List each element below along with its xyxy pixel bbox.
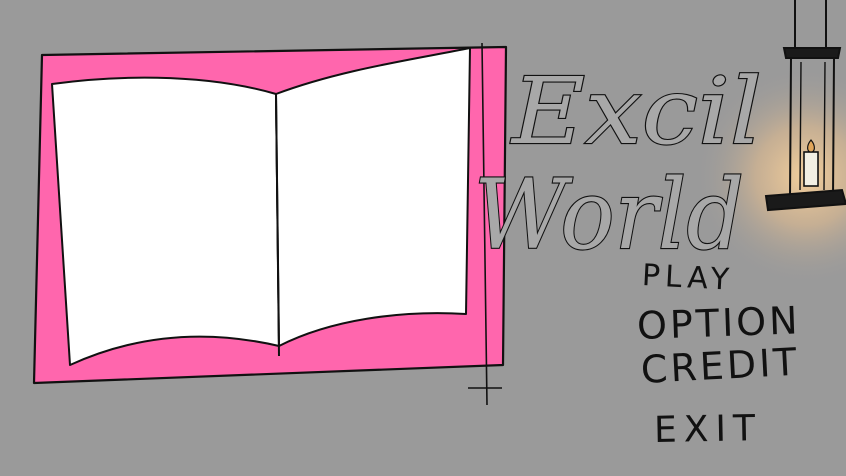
game-title-line2: World <box>474 159 744 271</box>
menu-credit-button[interactable]: CREDIT <box>640 340 801 392</box>
book-left-page <box>51 76 280 366</box>
game-title-line1: Excil <box>510 58 762 165</box>
menu-exit-button[interactable]: EXIT <box>654 408 763 451</box>
menu-play-button[interactable]: PLAY <box>641 258 735 298</box>
book-right-page <box>275 47 471 347</box>
title-scene: Excil World <box>32 0 846 406</box>
open-book-icon <box>32 42 508 406</box>
